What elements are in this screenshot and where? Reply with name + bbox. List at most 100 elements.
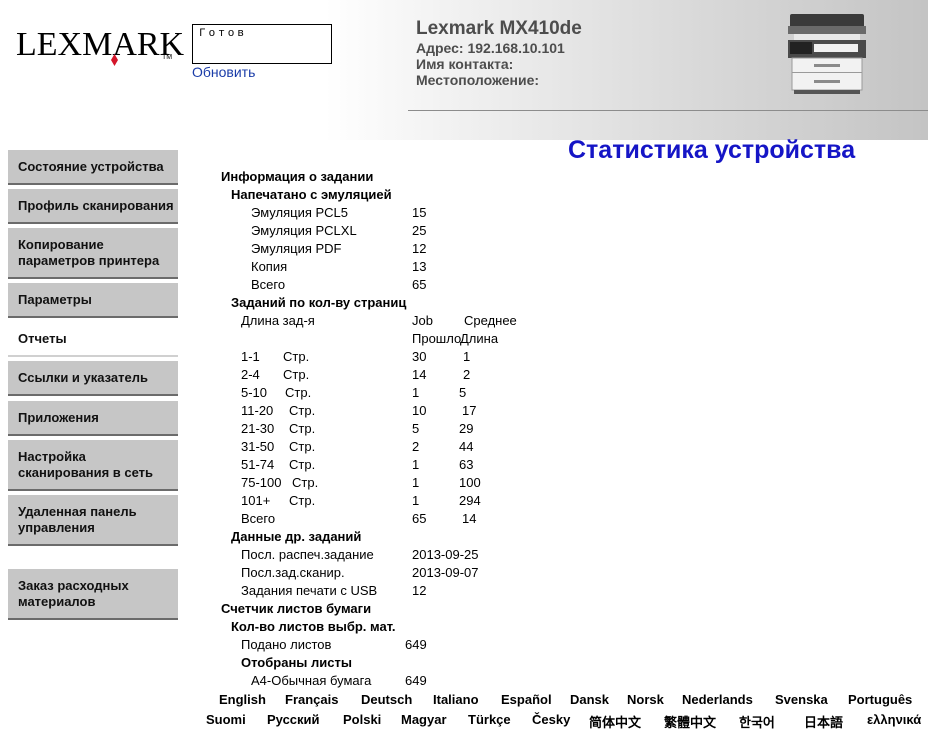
nav-scan-to-network[interactable]: Настройка сканирования в сеть	[8, 439, 178, 491]
page-jobs: 1	[412, 475, 420, 490]
page-unit: Стр.	[289, 403, 316, 418]
page-avg: 17	[462, 403, 477, 418]
language-link[interactable]: Norsk	[627, 692, 664, 707]
page-avg: 2	[463, 367, 471, 382]
page-unit: Стр.	[285, 385, 312, 400]
other-value: 2013-09-25	[412, 547, 479, 562]
other-label: Задания печати с USB	[241, 583, 378, 598]
page-jobs: 5	[412, 421, 420, 436]
page-jobs: 30	[412, 349, 427, 364]
language-link[interactable]: Português	[848, 692, 912, 707]
pages-total-jobs: 65	[412, 511, 427, 526]
nav-copy-printer-settings[interactable]: Копирование параметров принтера	[8, 227, 178, 279]
other-value: 2013-09-07	[412, 565, 479, 580]
page-range: 2-4	[241, 367, 260, 382]
column-header-job: Job	[412, 313, 433, 328]
section-sheets-media: Кол-во листов выбр. мат.	[231, 619, 396, 634]
column-header-length: Длина зад-я	[241, 313, 315, 328]
language-link[interactable]: Nederlands	[682, 692, 753, 707]
page-avg: 5	[459, 385, 467, 400]
nav-label: Состояние устройства	[18, 158, 164, 174]
page-range: 31-50	[241, 439, 275, 454]
logo-text: LEXMARK	[16, 26, 185, 63]
nav-settings[interactable]: Параметры	[8, 282, 178, 318]
page-avg: 100	[459, 475, 481, 490]
page-jobs: 14	[412, 367, 427, 382]
other-label: Посл. распеч.задание	[241, 547, 374, 562]
emulation-value: 65	[412, 277, 427, 292]
language-link[interactable]: Suomi	[206, 712, 246, 727]
language-link[interactable]: ελληνικά	[867, 712, 921, 727]
page-unit: Стр.	[283, 367, 310, 382]
emulation-label: Эмуляция PCL5	[251, 205, 348, 220]
language-link[interactable]: Deutsch	[361, 692, 412, 707]
language-link[interactable]: 日本語	[804, 712, 843, 731]
page-unit: Стр.	[283, 349, 310, 364]
section-picked-sheets: Отобраны листы	[241, 655, 352, 670]
page-avg: 294	[459, 493, 481, 508]
nav-label: Приложения	[18, 409, 99, 425]
column-header-average: Среднее	[464, 313, 517, 328]
language-link[interactable]: Polski	[343, 712, 381, 727]
language-link[interactable]: Italiano	[433, 692, 479, 707]
nav-applications[interactable]: Приложения	[8, 400, 178, 436]
page-title: Статистика устройства	[568, 136, 856, 164]
language-link[interactable]: Español	[501, 692, 552, 707]
section-job-info: Информация о задании	[221, 169, 374, 184]
emulation-value: 15	[412, 205, 427, 220]
other-value: 12	[412, 583, 427, 598]
page-range: 101+	[241, 493, 271, 508]
emulation-value: 25	[412, 223, 427, 238]
page-avg: 1	[463, 349, 471, 364]
other-label: Посл.зад.сканир.	[241, 565, 345, 580]
page-avg: 44	[459, 439, 474, 454]
page-range: 5-10	[241, 385, 268, 400]
nav-links-index[interactable]: Ссылки и указатель	[8, 360, 178, 396]
language-link[interactable]: Türkçe	[468, 712, 511, 727]
page-jobs: 2	[412, 439, 420, 454]
language-link[interactable]: 한국어	[739, 712, 775, 731]
nav-label: Удаленная панель управления	[18, 503, 137, 535]
nav-order-supplies[interactable]: Заказ расходных материалов	[8, 568, 178, 620]
section-printed-emulation: Напечатано с эмуляцией	[231, 187, 392, 202]
logo-trademark: TM	[162, 54, 173, 61]
page-avg: 29	[459, 421, 474, 436]
section-other-jobs: Данные др. заданий	[231, 529, 362, 544]
fed-sheets-value: 649	[405, 637, 427, 652]
page-range: 1-1	[241, 349, 260, 364]
page-unit: Стр.	[292, 475, 319, 490]
language-link[interactable]: English	[219, 692, 266, 707]
device-contact: Имя контакта:	[416, 56, 514, 72]
page-range: 21-30	[241, 421, 275, 436]
page-unit: Стр.	[289, 421, 316, 436]
emulation-value: 12	[412, 241, 427, 256]
device-location: Местоположение:	[416, 72, 540, 88]
emulation-label: Эмуляция PDF	[251, 241, 342, 256]
nav-reports[interactable]: Отчеты	[8, 321, 178, 357]
device-address: Адрес: 192.168.10.101	[416, 40, 565, 56]
language-link[interactable]: 繁體中文	[664, 712, 716, 731]
logo-diamond-icon	[111, 54, 118, 66]
language-link[interactable]: Česky	[532, 712, 570, 727]
nav-label: Параметры	[18, 291, 92, 307]
lexmark-logo: LEXMARK TM	[16, 26, 184, 71]
nav-label: Профиль сканирования	[18, 197, 174, 213]
page-range: 75-100	[241, 475, 282, 490]
page-avg: 63	[459, 457, 474, 472]
nav-scan-profile[interactable]: Профиль сканирования	[8, 188, 178, 224]
emulation-value: 13	[412, 259, 427, 274]
nav-remote-operator-panel[interactable]: Удаленная панель управления	[8, 494, 178, 546]
section-paper-counter: Счетчик листов бумаги	[221, 601, 372, 616]
device-info: Lexmark MX410de Адрес: 192.168.10.101 Им…	[416, 18, 582, 88]
nav-device-status[interactable]: Состояние устройства	[8, 149, 178, 185]
language-link[interactable]: Dansk	[570, 692, 609, 707]
language-link[interactable]: Magyar	[401, 712, 447, 727]
language-link[interactable]: Svenska	[775, 692, 828, 707]
refresh-link[interactable]: Обновить	[192, 64, 255, 80]
language-link[interactable]: Русский	[267, 712, 320, 727]
printer-status-text: Готов	[199, 28, 248, 40]
emulation-label: Всего	[251, 277, 286, 292]
language-link[interactable]: Français	[285, 692, 338, 707]
pages-total-avg: 14	[462, 511, 477, 526]
language-link[interactable]: 简体中文	[589, 712, 641, 731]
